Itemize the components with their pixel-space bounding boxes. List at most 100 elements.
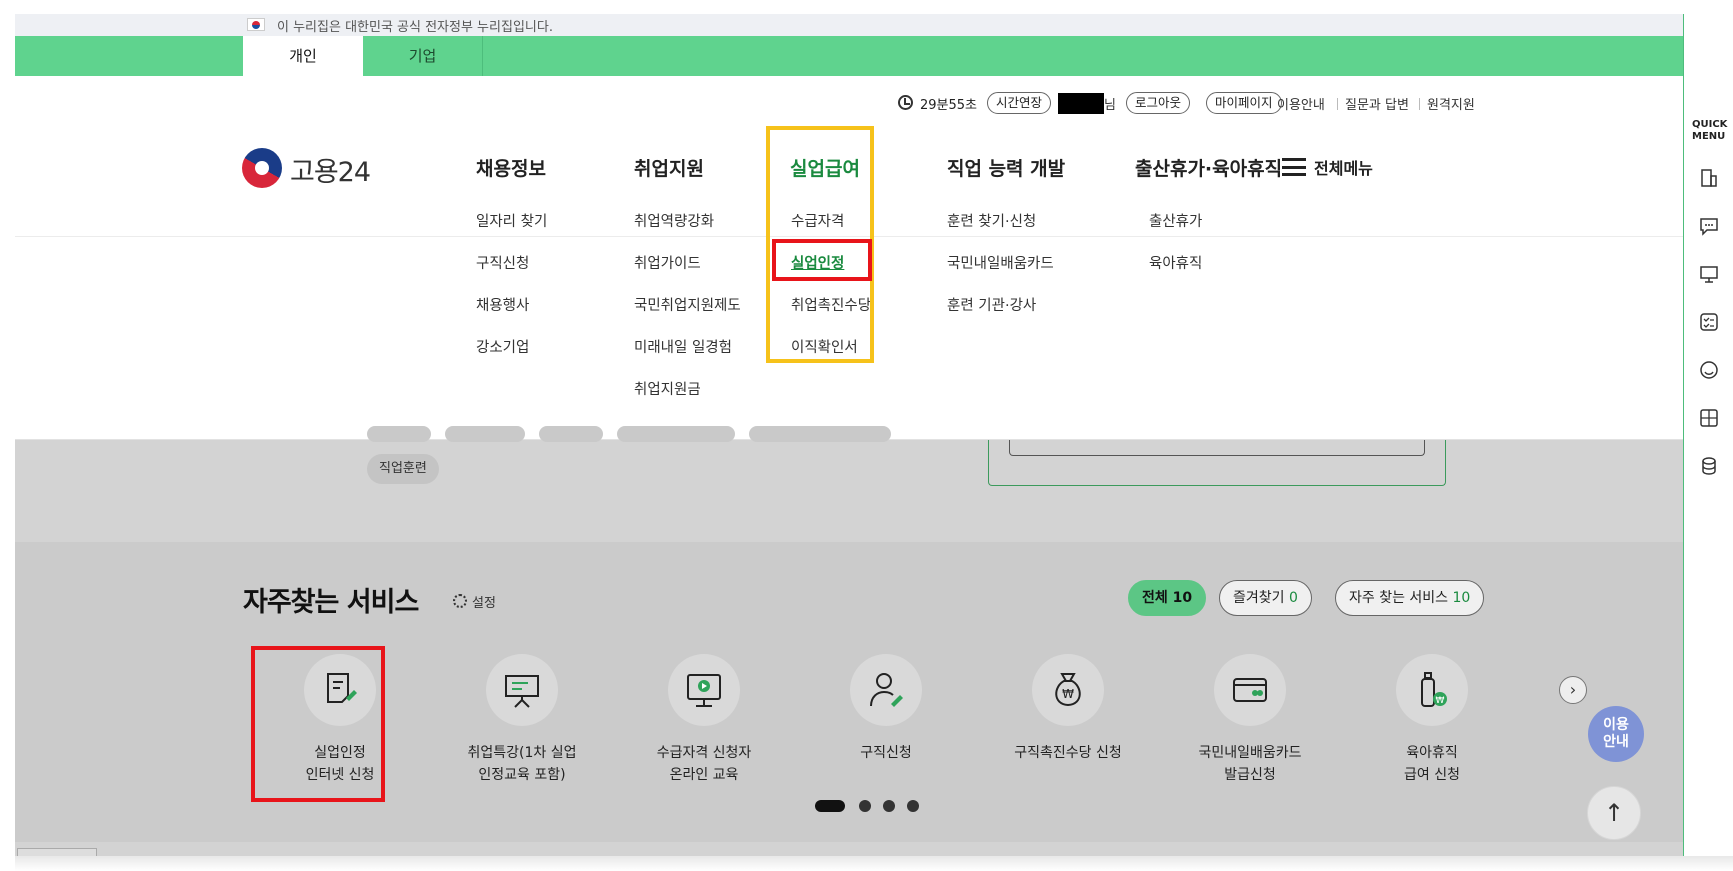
- service-label: 구직신청: [860, 745, 912, 761]
- calculator-icon[interactable]: [1699, 408, 1719, 428]
- korea-flag-icon: [247, 18, 265, 31]
- all-menu-label: 전체메뉴: [1314, 159, 1373, 178]
- service-tile[interactable]: 수급자격 신청자 온라인 교육: [629, 654, 779, 794]
- coins-icon[interactable]: [1699, 456, 1719, 476]
- submenu-item[interactable]: 국민내일배움카드: [947, 252, 1054, 273]
- carousel-next-button[interactable]: ›: [1559, 676, 1587, 704]
- service-label: 육아휴직 급여 신청: [1404, 745, 1460, 783]
- redacted-username: [1058, 93, 1104, 114]
- submenu-item[interactable]: 취업가이드: [634, 252, 701, 273]
- favorites-title: 자주찾는 서비스: [243, 587, 419, 618]
- nav-skill-development[interactable]: 직업 능력 개발: [947, 154, 1065, 181]
- submenu-item[interactable]: 훈련 기관·강사: [947, 294, 1036, 315]
- status-stub: [17, 848, 97, 856]
- nav-job-info[interactable]: 채용정보: [476, 154, 546, 181]
- divider: [1419, 98, 1420, 110]
- mypage-button[interactable]: 마이페이지: [1206, 92, 1282, 114]
- link-qna[interactable]: 질문과 답변: [1345, 94, 1409, 113]
- chip-vocational-training[interactable]: 직업훈련: [367, 454, 439, 484]
- user-suffix: 님: [1104, 98, 1116, 113]
- tab-corporate[interactable]: 기업: [363, 36, 483, 76]
- gear-icon: [453, 594, 467, 608]
- monitor-icon[interactable]: [1699, 264, 1719, 284]
- search-panel: [988, 440, 1446, 486]
- checklist-icon[interactable]: [1699, 312, 1719, 332]
- presentation-board-icon: [486, 654, 558, 726]
- submenu-item[interactable]: 일자리 찾기: [476, 210, 547, 231]
- submenu-item[interactable]: 훈련 찾기·신청: [947, 210, 1036, 231]
- quick-menu: QUICK MENU: [1683, 14, 1733, 856]
- divider: [1337, 98, 1338, 110]
- service-tile[interactable]: ₩ 구직촉진수당 신청: [993, 654, 1143, 794]
- submenu-item[interactable]: 취업역량강화: [634, 210, 714, 231]
- filter-count: 10: [1452, 590, 1471, 606]
- browser-viewport: 이 누리집은 대한민국 공식 전자정부 누리집입니다. 개인 기업 29분55초…: [15, 14, 1683, 856]
- chat-icon[interactable]: [1699, 216, 1719, 236]
- filter-label: 전체: [1142, 590, 1168, 606]
- link-remote-support[interactable]: 원격지원: [1427, 94, 1475, 113]
- card-icon: [1214, 654, 1286, 726]
- dimmed-chip: [539, 426, 603, 442]
- money-bag-icon: ₩: [1032, 654, 1104, 726]
- dimmed-chip: [617, 426, 735, 442]
- nav-maternity-parental-leave[interactable]: 출산휴가·육아휴직: [1135, 154, 1282, 181]
- filter-frequent[interactable]: 자주 찾는 서비스 10: [1335, 580, 1485, 616]
- gov-banner-text: 이 누리집은 대한민국 공식 전자정부 누리집입니다.: [277, 20, 553, 35]
- search-input[interactable]: [1009, 440, 1425, 456]
- submenu-item[interactable]: 강소기업: [476, 336, 529, 357]
- service-label: 구직촉진수당 신청: [1014, 745, 1122, 761]
- page-dot[interactable]: [883, 800, 895, 812]
- site-header: 29분55초 시간연장 님 로그아웃 마이페이지 이용안내 질문과 답변 원격지…: [15, 76, 1683, 440]
- baby-bottle-icon: ₩: [1396, 654, 1468, 726]
- all-menu-button[interactable]: 전체메뉴: [1282, 154, 1382, 182]
- filter-bookmarks[interactable]: 즐겨찾기 0: [1219, 580, 1312, 616]
- dimmed-chip: [749, 426, 891, 442]
- svg-text:₩: ₩: [1062, 687, 1074, 701]
- link-usage-guide[interactable]: 이용안내: [1277, 94, 1325, 113]
- extend-session-button[interactable]: 시간연장: [987, 92, 1052, 114]
- setting-label: 설정: [472, 596, 496, 611]
- page-dot-active[interactable]: [815, 800, 845, 812]
- service-label: 국민내일배움카드 발급신청: [1198, 745, 1302, 783]
- service-label: 수급자격 신청자 온라인 교육: [656, 745, 752, 783]
- submenu-item[interactable]: 육아휴직: [1149, 252, 1202, 273]
- submenu-item[interactable]: 취업지원금: [634, 378, 701, 399]
- page-dot[interactable]: [907, 800, 919, 812]
- hamburger-icon: [1282, 158, 1306, 176]
- page-bottom-shadow: [15, 856, 1733, 871]
- building-icon[interactable]: [1699, 168, 1719, 188]
- dimmed-chip: [367, 426, 431, 442]
- gov-banner: 이 누리집은 대한민국 공식 전자정부 누리집입니다.: [15, 14, 1683, 36]
- carousel-pagination: [815, 800, 925, 812]
- logout-button[interactable]: 로그아웃: [1126, 92, 1191, 114]
- page-dot[interactable]: [859, 800, 871, 812]
- service-tile[interactable]: ₩ 육아휴직 급여 신청: [1357, 654, 1507, 794]
- scroll-top-button[interactable]: ↑: [1587, 786, 1641, 840]
- person-edit-icon: [850, 654, 922, 726]
- session-timer: 29분55초: [920, 98, 978, 113]
- submenu-item[interactable]: 국민취업지원제도: [634, 294, 741, 315]
- submenu-item[interactable]: 미래내일 일경험: [634, 336, 732, 357]
- smile-icon[interactable]: [1699, 360, 1719, 380]
- submenu-item[interactable]: 출산휴가: [1149, 210, 1202, 231]
- service-tile[interactable]: 국민내일배움카드 발급신청: [1175, 654, 1325, 794]
- filter-label: 자주 찾는 서비스: [1349, 590, 1449, 606]
- monitor-play-icon: [668, 654, 740, 726]
- filter-count: 10: [1172, 590, 1193, 606]
- tab-personal[interactable]: 개인: [243, 36, 363, 76]
- service-label: 취업특강(1차 실업 인정교육 포함): [467, 745, 577, 783]
- highlight-box-red: [251, 646, 385, 802]
- utility-bar: 29분55초 시간연장 님 로그아웃 마이페이지 이용안내 질문과 답변 원격지…: [15, 92, 1683, 116]
- clock-icon: [898, 95, 913, 110]
- svg-text:₩: ₩: [1436, 696, 1445, 706]
- nav-employment-support[interactable]: 취업지원: [634, 154, 704, 181]
- filter-count: 0: [1288, 590, 1298, 606]
- usage-guide-button[interactable]: 이용 안내: [1588, 706, 1644, 762]
- dimmed-chip: [445, 426, 525, 442]
- submenu-item[interactable]: 구직신청: [476, 252, 529, 273]
- service-tile[interactable]: 구직신청: [811, 654, 961, 794]
- user-type-tabbar: 개인 기업: [15, 36, 1683, 76]
- service-tile[interactable]: 취업특강(1차 실업 인정교육 포함): [447, 654, 597, 794]
- submenu-item[interactable]: 채용행사: [476, 294, 529, 315]
- filter-all[interactable]: 전체 10: [1128, 580, 1207, 616]
